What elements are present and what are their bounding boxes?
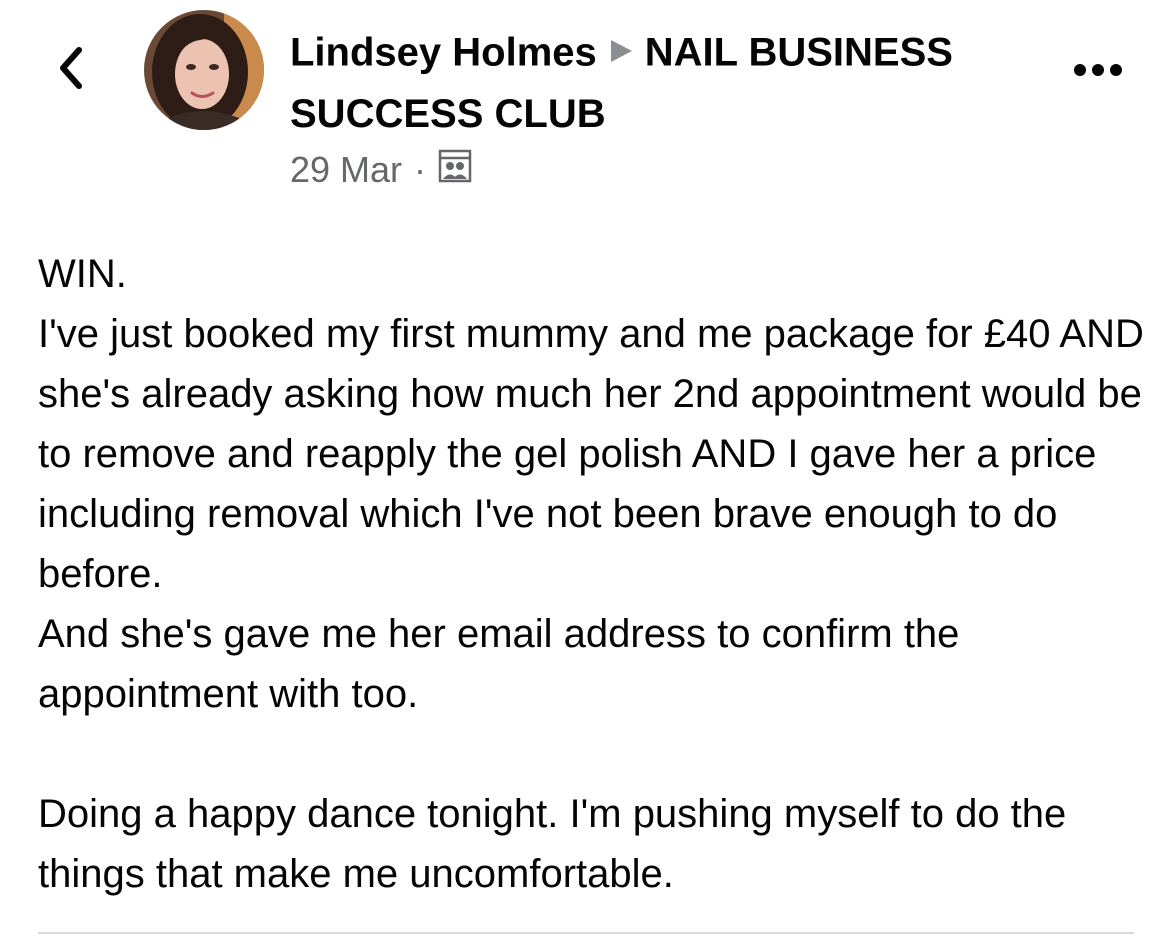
arrow-right-icon bbox=[607, 24, 635, 80]
post-title: Lindsey Holmes NAIL BUSINESS SUCCESS CLUB bbox=[290, 24, 990, 142]
post-meta: 29 Mar · bbox=[290, 146, 472, 194]
more-options-icon bbox=[1074, 64, 1122, 76]
profile-photo bbox=[144, 10, 264, 130]
avatar[interactable] bbox=[144, 10, 264, 130]
meta-separator: · bbox=[414, 149, 427, 190]
post-header: Lindsey Holmes NAIL BUSINESS SUCCESS CLUB bbox=[290, 24, 990, 142]
post-text: WIN. I've just booked my first mummy and… bbox=[38, 252, 1144, 896]
author-name[interactable]: Lindsey Holmes bbox=[290, 31, 597, 75]
group-audience-icon bbox=[438, 149, 472, 192]
back-button[interactable] bbox=[48, 40, 92, 96]
post-date[interactable]: 29 Mar bbox=[290, 149, 402, 191]
chevron-left-icon bbox=[60, 47, 82, 89]
divider bbox=[38, 932, 1134, 934]
more-options-button[interactable] bbox=[1070, 52, 1126, 88]
